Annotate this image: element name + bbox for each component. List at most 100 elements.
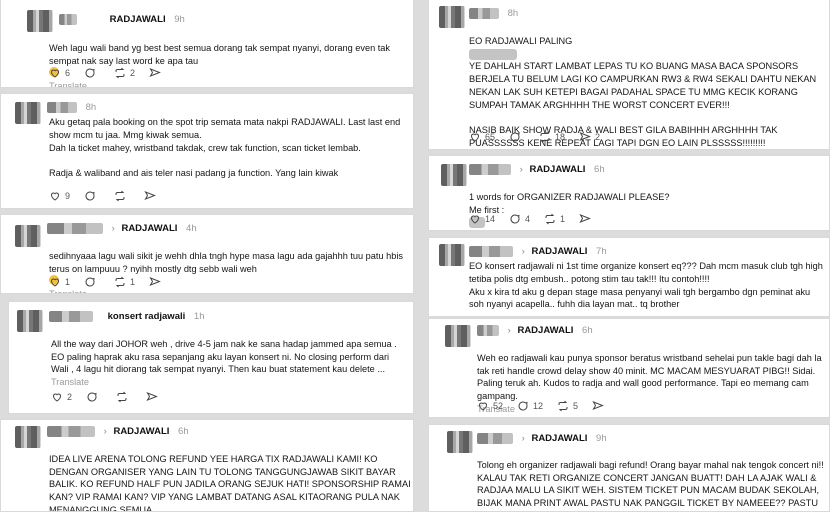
comment-icon: [510, 132, 520, 142]
like-button[interactable]: 65: [469, 131, 495, 143]
repost-icon: [545, 213, 555, 225]
comment-button[interactable]: 4: [509, 213, 530, 225]
comment-button[interactable]: [84, 276, 100, 288]
share-button[interactable]: [149, 67, 165, 79]
comment-button[interactable]: [84, 190, 100, 202]
reply-arrow-icon: ›: [521, 433, 525, 445]
thread-post[interactable]: 8h EO RADJAWALI PALING YE DAHLAH START L…: [428, 0, 830, 150]
share-button[interactable]: 2: [579, 131, 600, 143]
send-icon: [146, 392, 158, 401]
like-button[interactable]: 52: [477, 400, 503, 412]
post-actions: 2: [51, 391, 176, 403]
repost-icon: [117, 391, 127, 403]
avatar[interactable]: [445, 325, 471, 347]
thread-post[interactable]: 8h Aku getaq pala booking on the spot tr…: [0, 93, 414, 209]
repost-button[interactable]: 18: [539, 131, 565, 143]
thread-post[interactable]: › RADJAWALI 6h Weh eo radjawali kau puny…: [428, 318, 830, 418]
post-author[interactable]: RADJAWALI: [110, 14, 166, 25]
like-count: 14: [485, 214, 496, 224]
post-text-content: Tolong eh organizer radjawali bagi refun…: [477, 459, 824, 511]
repost-button[interactable]: 1: [544, 213, 565, 225]
redacted-username: [59, 14, 77, 25]
thread-post[interactable]: RADJAWALI 9h Weh lagu wali band yg best …: [0, 0, 414, 88]
thread-post[interactable]: › RADJAWALI 7h EO konsert radjawali ni 1…: [428, 237, 830, 317]
post-header: › RADJAWALI 7h: [469, 246, 607, 258]
share-button[interactable]: [144, 190, 160, 202]
post-text-content: EO RADJAWALI PALING: [469, 35, 573, 46]
like-button[interactable]: 6: [49, 67, 70, 79]
heart-icon: [470, 215, 480, 224]
heart-icon: [50, 192, 60, 201]
post-time: 8h: [85, 102, 97, 114]
heart-icon: [50, 278, 60, 287]
repost-button[interactable]: [114, 190, 130, 202]
share-button[interactable]: [579, 213, 595, 225]
share-button[interactable]: [146, 391, 162, 403]
avatar[interactable]: [441, 164, 467, 186]
avatar[interactable]: [15, 225, 41, 247]
post-text-content: IDEA LIVE ARENA TOLONG REFUND YEE HARGA …: [49, 453, 411, 512]
repost-icon: [540, 131, 550, 143]
comment-button[interactable]: [84, 67, 100, 79]
translate-link[interactable]: Translate: [51, 377, 89, 387]
thread-post[interactable]: konsert radjawali 1h All the way dari JO…: [8, 301, 414, 414]
post-author[interactable]: RADJAWALI: [529, 164, 585, 175]
heart-icon: [478, 402, 488, 411]
share-button[interactable]: [149, 276, 165, 288]
repost-count: 5: [573, 401, 579, 411]
comment-button[interactable]: [509, 131, 525, 143]
post-time: 8h: [507, 8, 519, 20]
avatar[interactable]: [439, 244, 465, 266]
thread-post[interactable]: › RADJAWALI 6h IDEA LIVE ARENA TOLONG RE…: [0, 419, 414, 512]
repost-icon: [558, 400, 568, 412]
repost-button[interactable]: 2: [114, 67, 135, 79]
post-text: Tolong eh organizer radjawali bagi refun…: [477, 446, 825, 511]
avatar[interactable]: [15, 426, 41, 448]
repost-button[interactable]: [116, 391, 132, 403]
post-author[interactable]: RADJAWALI: [531, 246, 587, 257]
share-button[interactable]: [592, 400, 608, 412]
redacted-username: [469, 246, 513, 257]
repost-button[interactable]: 1: [114, 276, 135, 288]
translate-link[interactable]: Translate: [49, 81, 87, 87]
post-header: konsert radjawali 1h: [49, 311, 204, 323]
repost-button[interactable]: 5: [557, 400, 578, 412]
thread-post[interactable]: › RADJAWALI 6h 1 words for ORGANIZER RAD…: [428, 155, 830, 231]
avatar[interactable]: [439, 6, 465, 28]
post-author[interactable]: RADJAWALI: [121, 223, 177, 234]
post-author[interactable]: RADJAWALI: [113, 426, 169, 437]
post-time: 6h: [178, 426, 189, 438]
reply-arrow-icon: ›: [519, 164, 523, 176]
comment-button[interactable]: [86, 391, 102, 403]
repost-count: 1: [130, 277, 136, 287]
heart-icon: [50, 69, 60, 78]
post-actions: 9: [49, 190, 174, 202]
send-icon: [592, 401, 604, 410]
post-time: 4h: [186, 223, 197, 235]
like-count: 2: [67, 392, 73, 402]
post-author[interactable]: RADJAWALI: [531, 433, 587, 444]
comment-icon: [510, 214, 520, 224]
comment-button[interactable]: 12: [517, 400, 543, 412]
avatar[interactable]: [17, 310, 43, 332]
comment-icon: [85, 277, 95, 287]
like-button[interactable]: 9: [49, 190, 70, 202]
post-author[interactable]: RADJAWALI: [517, 325, 573, 336]
like-count: 1: [65, 277, 71, 287]
avatar[interactable]: [447, 431, 473, 453]
post-text: Aku getaq pala booking on the spot trip …: [49, 117, 401, 179]
post-time: 1h: [193, 311, 205, 323]
like-button[interactable]: 2: [51, 391, 72, 403]
post-time: 9h: [596, 433, 607, 445]
avatar[interactable]: [15, 102, 41, 124]
like-button[interactable]: 1: [49, 276, 70, 288]
like-button[interactable]: 14: [469, 213, 495, 225]
thread-post[interactable]: › RADJAWALI 9h Tolong eh organizer radja…: [428, 424, 830, 512]
redacted-username: [469, 164, 511, 175]
send-icon: [149, 68, 161, 77]
translate-link[interactable]: Translate: [49, 289, 87, 293]
thread-post[interactable]: › RADJAWALI 4h sedihnyaaa lagu wali siki…: [0, 214, 414, 294]
post-text: All the way dari JOHOR weh , drive 4-5 j…: [51, 325, 409, 389]
post-author[interactable]: konsert radjawali: [108, 311, 186, 322]
like-count: 9: [65, 191, 71, 201]
